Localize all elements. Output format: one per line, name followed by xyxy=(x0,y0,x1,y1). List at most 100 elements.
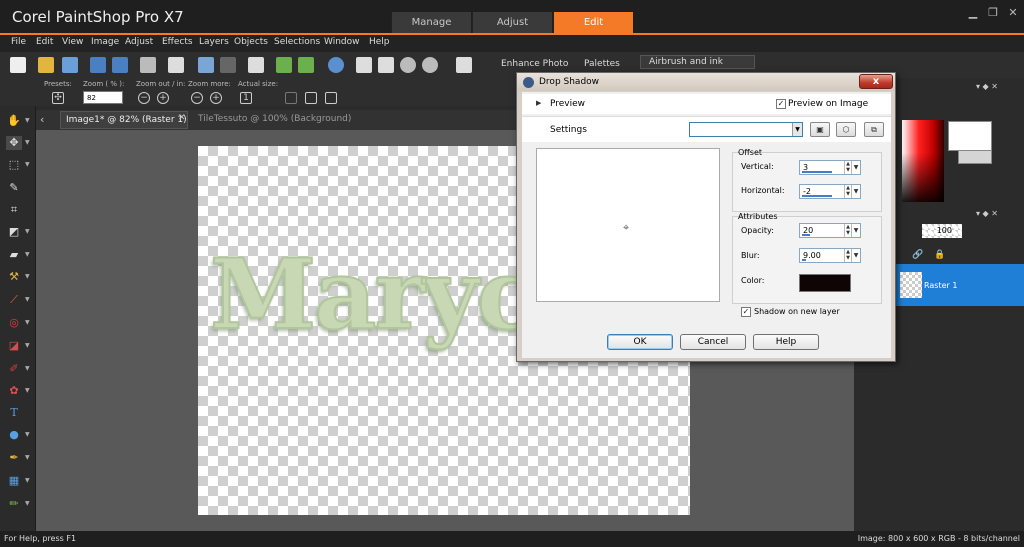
help-button[interactable]: Help xyxy=(753,334,819,350)
dodge-tool-icon[interactable]: ◪ xyxy=(6,339,22,353)
foreground-swatch[interactable] xyxy=(948,121,992,151)
close-tab-icon[interactable]: ✕ xyxy=(178,113,186,123)
adjust-right-icon[interactable] xyxy=(298,57,314,73)
browse-icon[interactable] xyxy=(62,57,78,73)
shadow-color-swatch[interactable] xyxy=(799,274,851,292)
menu-view[interactable]: View xyxy=(62,37,83,47)
menu-selections[interactable]: Selections xyxy=(274,37,320,47)
vertical-input[interactable]: 3 ▲ ▼ ▼ xyxy=(799,160,861,175)
effect-preview[interactable]: ⌖ xyxy=(536,148,720,302)
zoom-out-option-icon[interactable]: − xyxy=(138,92,150,104)
blur-dropdown-icon[interactable]: ▼ xyxy=(851,249,860,262)
link-icon[interactable]: 🔗 xyxy=(912,250,923,260)
panel-menu-icon[interactable]: ▾ ◆ ✕ xyxy=(976,82,998,91)
actual-size-icon[interactable] xyxy=(378,57,394,73)
expand-preview-icon[interactable]: ▶ xyxy=(536,99,541,107)
pan-tool-icon[interactable]: ✋ xyxy=(6,114,22,128)
color-changer-tool-icon[interactable]: ✿ xyxy=(6,384,22,398)
opacity-dropdown-icon[interactable]: ▼ xyxy=(851,224,860,237)
zoom-in-icon[interactable] xyxy=(422,57,438,73)
save-as-icon[interactable] xyxy=(112,57,128,73)
resize-icon[interactable] xyxy=(248,57,264,73)
warp-tool-icon[interactable]: ▦ xyxy=(6,474,22,488)
horizontal-spin-icon[interactable]: ▲ ▼ xyxy=(844,185,851,198)
presets-icon[interactable]: ✣ xyxy=(52,92,64,104)
fit-option-icon[interactable] xyxy=(305,92,317,104)
dialog-close-button[interactable]: x xyxy=(859,74,893,89)
zoom-out-icon[interactable] xyxy=(400,57,416,73)
straighten-tool-icon[interactable]: ◩ xyxy=(6,225,22,239)
vertical-slider[interactable] xyxy=(802,171,832,173)
layer-opacity-input[interactable]: 100 xyxy=(922,224,962,238)
menu-objects[interactable]: Objects xyxy=(234,37,268,47)
preview-on-image-checkbox[interactable]: ✓ xyxy=(776,99,786,109)
horizontal-dropdown-icon[interactable]: ▼ xyxy=(851,185,860,198)
pick-tool-icon[interactable]: ✥ xyxy=(6,136,22,150)
save-icon[interactable] xyxy=(90,57,106,73)
horizontal-slider[interactable] xyxy=(802,195,832,197)
opacity-input[interactable]: 20 ▲ ▼ ▼ xyxy=(799,223,861,238)
menu-effects[interactable]: Effects xyxy=(162,37,193,47)
tab-image1[interactable]: Image1* @ 82% (Raster 1) xyxy=(60,111,188,129)
preview-crosshair-icon[interactable]: ⌖ xyxy=(623,221,629,235)
paint-brush-tool-icon[interactable]: ⟋ xyxy=(6,293,22,307)
text-tool-icon[interactable]: T xyxy=(6,406,22,420)
layers-panel-menu-icon[interactable]: ▾ ◆ ✕ xyxy=(976,209,998,218)
palettes-menu[interactable]: Palettes xyxy=(584,59,620,69)
minimize-icon[interactable]: ▁ xyxy=(966,6,980,20)
zoom-input[interactable]: 82 xyxy=(83,91,123,104)
settings-select[interactable]: ▼ xyxy=(689,122,803,137)
menu-file[interactable]: File xyxy=(11,37,26,47)
fill-window-option-icon[interactable] xyxy=(325,92,337,104)
share-icon[interactable] xyxy=(140,57,156,73)
blur-input[interactable]: 9.00 ▲ ▼ ▼ xyxy=(799,248,861,263)
selection-tool-icon[interactable]: ⬚ xyxy=(6,158,22,172)
tabs-back-icon[interactable]: ‹ xyxy=(40,113,44,126)
menu-help[interactable]: Help xyxy=(369,37,390,47)
close-icon[interactable]: ✕ xyxy=(1006,6,1020,20)
eraser-tool-icon[interactable]: ✐ xyxy=(6,362,22,376)
menu-image[interactable]: Image xyxy=(91,37,119,47)
zoom-more-out-icon[interactable]: − xyxy=(191,92,203,104)
ok-button[interactable]: OK xyxy=(607,334,673,350)
makeover-tool-icon[interactable]: ▰ xyxy=(6,248,22,262)
zoom-more-in-icon[interactable]: + xyxy=(210,92,222,104)
brush-preset-select[interactable]: Airbrush and ink xyxy=(640,55,755,69)
actual-size-option-icon[interactable]: 1 xyxy=(240,92,252,104)
tab-manage[interactable]: Manage xyxy=(391,12,471,34)
zoom-in-option-icon[interactable]: + xyxy=(157,92,169,104)
menu-edit[interactable]: Edit xyxy=(36,37,53,47)
tab-adjust[interactable]: Adjust xyxy=(472,12,552,34)
tab-edit[interactable]: Edit xyxy=(553,12,633,34)
dialog-titlebar[interactable]: Drop Shadow x xyxy=(517,73,895,91)
vertical-dropdown-icon[interactable]: ▼ xyxy=(851,161,860,174)
shape-tool-icon[interactable]: ● xyxy=(6,428,22,442)
tab-tiletessuto[interactable]: TileTessuto @ 100% (Background) xyxy=(198,114,351,124)
opacity-slider[interactable] xyxy=(802,234,810,236)
dropper-tool-icon[interactable]: ✎ xyxy=(6,181,22,195)
horizontal-input[interactable]: -2 ▲ ▼ ▼ xyxy=(799,184,861,199)
manage-presets-icon[interactable]: ⧉ xyxy=(864,122,884,137)
pen-tool-icon[interactable]: ✒ xyxy=(6,451,22,465)
vertical-spin-icon[interactable]: ▲ ▼ xyxy=(844,161,851,174)
new-file-icon[interactable] xyxy=(10,57,26,73)
clone-tool-icon[interactable]: ◎ xyxy=(6,316,22,330)
blur-spin-icon[interactable]: ▲ ▼ xyxy=(844,249,851,262)
fit-window-icon[interactable] xyxy=(356,57,372,73)
picture-tube-tool-icon[interactable]: ✏ xyxy=(6,497,22,511)
adjust-left-icon[interactable] xyxy=(276,57,292,73)
cancel-button[interactable]: Cancel xyxy=(680,334,746,350)
arrange-icon[interactable] xyxy=(456,57,472,73)
redo-icon[interactable] xyxy=(220,57,236,73)
open-folder-icon[interactable] xyxy=(38,57,54,73)
opacity-spin-icon[interactable]: ▲ ▼ xyxy=(844,224,851,237)
chevron-down-icon[interactable]: ▼ xyxy=(792,123,802,136)
shadow-new-layer-checkbox[interactable]: ✓ xyxy=(741,307,751,317)
enhance-photo-menu[interactable]: Enhance Photo xyxy=(501,59,568,69)
pan-option-icon[interactable] xyxy=(285,92,297,104)
blur-slider[interactable] xyxy=(802,259,806,261)
menu-layers[interactable]: Layers xyxy=(199,37,229,47)
lock-icon[interactable]: 🔒 xyxy=(934,250,945,260)
info-icon[interactable] xyxy=(328,57,344,73)
red-eye-tool-icon[interactable]: ⚒ xyxy=(6,270,22,284)
